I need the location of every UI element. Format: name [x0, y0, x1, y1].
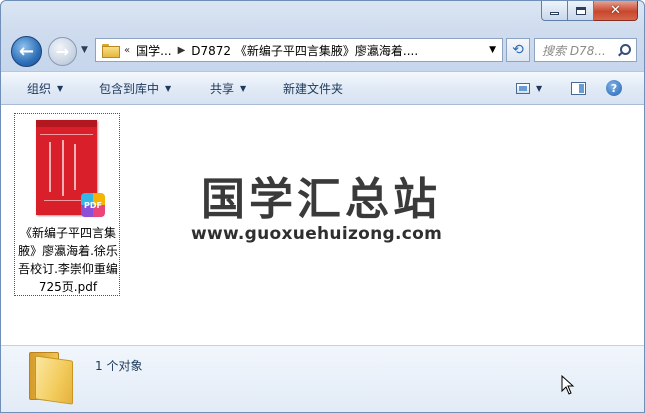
arrow-right-icon: → [55, 42, 70, 61]
forward-button[interactable]: → [48, 37, 77, 66]
maximize-icon [575, 6, 586, 15]
address-dropdown-icon[interactable]: ▼ [489, 45, 496, 55]
new-folder-button[interactable]: 新建文件夹 [283, 80, 343, 97]
search-input[interactable]: 搜索 D78... [534, 38, 637, 62]
overflow-crumb[interactable]: « [124, 45, 130, 56]
help-button[interactable]: ? [606, 80, 622, 96]
chevron-down-icon: ▼ [57, 83, 64, 93]
search-placeholder: 搜索 D78... [542, 43, 606, 58]
refresh-icon: ⟲ [512, 42, 524, 58]
back-button[interactable]: ← [11, 36, 42, 67]
organize-label: 组织 [27, 81, 52, 96]
folder-icon [29, 352, 73, 405]
breadcrumb-parent[interactable]: 国学... [136, 42, 171, 59]
maximize-button[interactable] [568, 1, 594, 21]
organize-button[interactable]: 组织 ▼ [27, 80, 63, 97]
include-in-library-button[interactable]: 包含到库中 ▼ [99, 80, 171, 97]
share-button[interactable]: 共享 ▼ [210, 80, 246, 97]
change-view-button[interactable]: ▼ [516, 82, 543, 94]
pdf-file-icon: PDF [81, 193, 105, 217]
watermark-url: www.guoxuehuizong.com [191, 224, 443, 244]
explorer-window: ✕ ← → ▼ « 国学... ▶ D7872 《新编子平四言集腋》廖瀛海着..… [0, 0, 645, 413]
include-label: 包含到库中 [99, 81, 160, 96]
mouse-cursor-icon [561, 375, 575, 395]
chevron-down-icon: ▼ [165, 83, 172, 93]
breadcrumb-current[interactable]: D7872 《新编子平四言集腋》廖瀛海着.... [191, 42, 418, 59]
close-button[interactable]: ✕ [594, 1, 638, 21]
details-pane: 1 个对象 [1, 345, 644, 412]
help-icon: ? [606, 80, 622, 96]
file-list-area[interactable]: PDF 《新编子平四言集腋》廖瀛海着.徐乐吾校订.李崇仰重编725页.pdf 国… [1, 105, 644, 345]
refresh-button[interactable]: ⟲ [506, 38, 530, 62]
preview-pane-icon [571, 81, 586, 95]
folder-icon [102, 44, 120, 58]
command-bar: 组织 ▼ 包含到库中 ▼ 共享 ▼ 新建文件夹 ▼ ? [1, 71, 644, 105]
caption-buttons: ✕ [541, 1, 638, 21]
search-icon[interactable] [618, 44, 631, 56]
watermark-title: 国学汇总站 [201, 174, 441, 225]
file-name-label[interactable]: 《新编子平四言集腋》廖瀛海着.徐乐吾校订.李崇仰重编725页.pdf [17, 224, 119, 296]
recent-pages-dropdown[interactable]: ▼ [81, 45, 91, 55]
minimize-button[interactable] [541, 1, 568, 21]
chevron-down-icon: ▼ [240, 83, 247, 93]
address-bar[interactable]: « 国学... ▶ D7872 《新编子平四言集腋》廖瀛海着.... ▼ [95, 38, 503, 62]
close-icon: ✕ [610, 3, 621, 18]
views-icon [516, 82, 530, 94]
new-folder-label: 新建文件夹 [283, 81, 344, 96]
item-count: 1 个对象 [95, 359, 143, 373]
chevron-down-icon: ▼ [81, 45, 88, 55]
chevron-down-icon: ▼ [536, 83, 543, 93]
minimize-icon [550, 12, 559, 15]
arrow-left-icon: ← [18, 41, 35, 62]
file-item[interactable]: PDF 《新编子平四言集腋》廖瀛海着.徐乐吾校订.李崇仰重编725页.pdf [14, 113, 120, 296]
share-label: 共享 [210, 81, 235, 96]
chevron-right-icon[interactable]: ▶ [178, 45, 186, 56]
preview-pane-button[interactable] [571, 81, 586, 95]
